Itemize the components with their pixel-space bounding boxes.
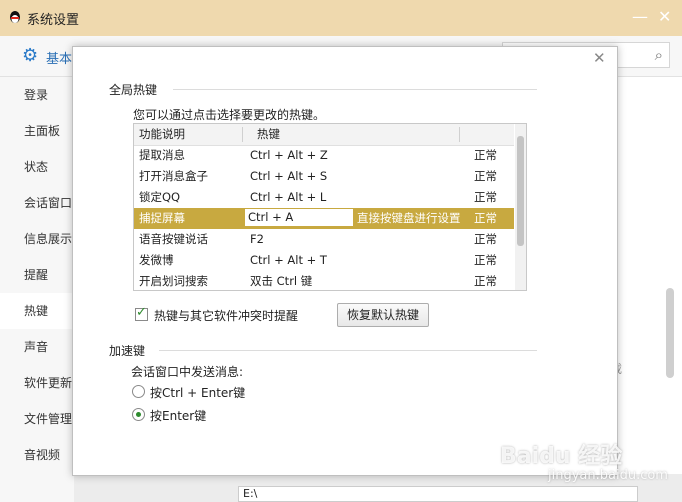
row-status: 正常	[474, 148, 497, 162]
gear-icon: ⚙	[22, 45, 39, 66]
hotkey-table: 功能说明 热键 提取消息 Ctrl + Alt + Z 正常 打开消息盒子 Ct…	[133, 123, 527, 291]
radio-ctrl-enter-label[interactable]: 按Ctrl + Enter键	[150, 384, 245, 401]
search-icon[interactable]: ⌕	[655, 46, 663, 64]
restore-defaults-button[interactable]: 恢复默认热键	[337, 303, 429, 327]
title-bar[interactable]: 系统设置 — ✕	[0, 0, 682, 36]
section-divider	[173, 89, 537, 90]
global-hotkeys-hint: 您可以通过点击选择要更改的热键。	[133, 108, 326, 122]
row-status: 正常	[474, 253, 497, 267]
sidebar-item-sound[interactable]: 声音	[0, 329, 74, 365]
qq-penguin-icon	[10, 11, 20, 23]
row-desc: 语音按键说话	[139, 232, 208, 246]
row-status: 正常	[474, 274, 497, 288]
sidebar-item-info-display[interactable]: 信息展示	[0, 221, 74, 257]
dialog-close-button[interactable]: ✕	[593, 49, 606, 67]
sidebar-item-software-update[interactable]: 软件更新	[0, 365, 74, 401]
row-key: Ctrl + Alt + T	[250, 253, 327, 267]
row-key: 双击 Ctrl 键	[250, 274, 313, 288]
row-key: Ctrl + Alt + S	[250, 169, 328, 183]
content-scrollbar[interactable]	[666, 288, 674, 378]
sidebar-item-audio-video[interactable]: 音视频	[0, 437, 74, 473]
table-row[interactable]: 开启划词搜索 双击 Ctrl 键 正常	[134, 271, 514, 290]
radio-ctrl-enter[interactable]	[132, 385, 145, 398]
conflict-warning-checkbox[interactable]: ✓	[135, 305, 148, 321]
row-status: 正常	[474, 211, 497, 225]
table-row[interactable]: 锁定QQ Ctrl + Alt + L 正常	[134, 187, 514, 208]
column-divider[interactable]	[242, 127, 243, 142]
row-status: 正常	[474, 232, 497, 246]
hotkey-settings-dialog: ✕ 全局热键 您可以通过点击选择要更改的热键。 功能说明 热键 提取消息 Ctr…	[72, 46, 618, 476]
row-desc: 发微博	[139, 253, 174, 267]
hotkey-edit-hint: 直接按键盘进行设置	[357, 211, 461, 225]
table-scrollbar[interactable]	[515, 124, 526, 290]
checkmark-icon: ✓	[136, 305, 147, 320]
table-row[interactable]: 发微博 Ctrl + Alt + T 正常	[134, 250, 514, 271]
section-divider	[159, 350, 537, 351]
accelerators-hint: 会话窗口中发送消息:	[131, 365, 244, 379]
sidebar-item-status[interactable]: 状态	[0, 149, 74, 185]
radio-enter-label[interactable]: 按Enter键	[150, 407, 206, 424]
global-hotkeys-title: 全局热键	[109, 83, 158, 97]
row-desc: 捕捉屏幕	[139, 211, 185, 225]
table-header: 功能说明 热键	[134, 124, 514, 146]
column-header-key[interactable]: 热键	[257, 124, 280, 145]
window-close-button[interactable]: ✕	[658, 7, 674, 27]
sidebar-item-main-panel[interactable]: 主面板	[0, 113, 74, 149]
row-desc: 开启划词搜索	[139, 274, 208, 288]
minimize-button[interactable]: —	[632, 7, 648, 27]
scrollbar-thumb[interactable]	[517, 136, 524, 246]
table-row[interactable]: 语音按键说话 F2 正常	[134, 229, 514, 250]
sidebar-item-reminders[interactable]: 提醒	[0, 257, 74, 293]
hotkey-edit-field[interactable]: Ctrl + A	[245, 209, 353, 226]
sidebar: 登录 主面板 状态 会话窗口 信息展示 提醒 热键 声音 软件更新 文件管理 音…	[0, 77, 74, 502]
row-desc: 打开消息盒子	[139, 169, 208, 183]
sidebar-item-login[interactable]: 登录	[0, 77, 74, 113]
file-path-field[interactable]: E:\	[238, 486, 638, 502]
baidu-watermark-url: jingyan.baidu.com	[548, 468, 668, 483]
sidebar-item-hotkeys[interactable]: 热键	[0, 293, 74, 329]
row-key: F2	[250, 232, 264, 246]
tab-basic[interactable]: 基本	[46, 48, 72, 67]
row-desc: 锁定QQ	[139, 190, 181, 204]
baidu-watermark: Baidu 经验	[500, 444, 623, 469]
column-divider[interactable]	[459, 127, 460, 142]
row-status: 正常	[474, 190, 497, 204]
row-key: Ctrl + Alt + Z	[250, 148, 328, 162]
conflict-warning-label[interactable]: 热键与其它软件冲突时提醒	[154, 307, 298, 324]
table-row-selected[interactable]: 捕捉屏幕 Ctrl + A 直接按键盘进行设置 正常	[134, 208, 514, 229]
row-key: Ctrl + Alt + L	[250, 190, 327, 204]
sidebar-item-file-management[interactable]: 文件管理	[0, 401, 74, 437]
table-row[interactable]: 提取消息 Ctrl + Alt + Z 正常	[134, 145, 514, 166]
row-desc: 提取消息	[139, 148, 185, 162]
row-status: 正常	[474, 169, 497, 183]
column-header-desc[interactable]: 功能说明	[139, 124, 185, 145]
table-row[interactable]: 打开消息盒子 Ctrl + Alt + S 正常	[134, 166, 514, 187]
accelerators-title: 加速键	[109, 344, 146, 358]
radio-enter[interactable]	[132, 408, 145, 421]
sidebar-item-chat-window[interactable]: 会话窗口	[0, 185, 74, 221]
window-title: 系统设置	[27, 13, 80, 28]
